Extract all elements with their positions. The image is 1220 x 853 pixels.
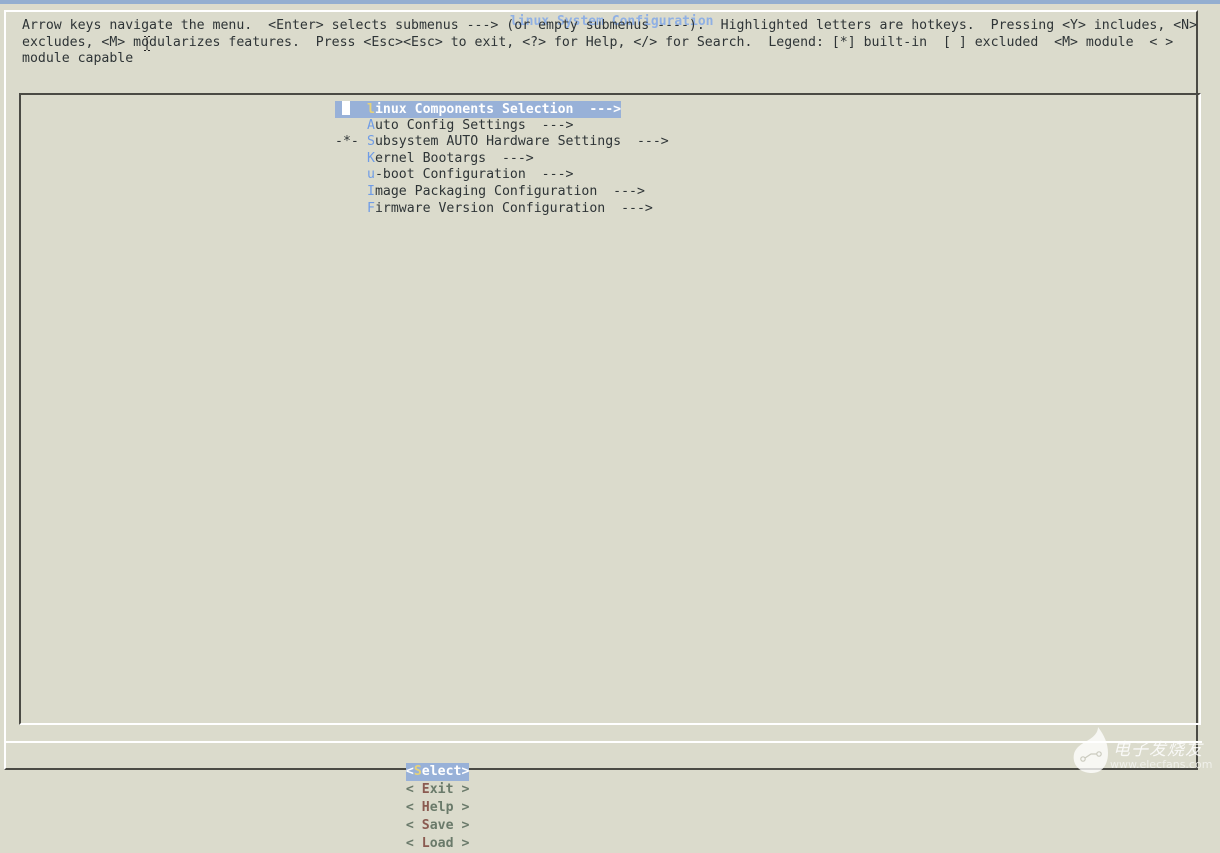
menu-item-label: ernel Bootargs ---> [374,150,534,166]
button-hotkey: S [421,818,430,833]
help-button[interactable]: < Help > [406,799,470,817]
select-button[interactable]: <Select> [405,763,470,781]
menu-item-label: ubsystem AUTO Hardware Settings ---> [374,134,669,150]
menu-item-label: inux Components Selection ---> [374,102,622,117]
button-bracket: < [405,764,414,779]
text-cursor-icon [144,36,150,51]
button-bar: <Select> < Exit > < Help > < Save > < Lo… [390,748,495,853]
button-bracket: < [405,818,422,833]
menu-list: linux Components Selection ---> Auto Con… [335,101,669,217]
menu-item-label: mage Packaging Configuration ---> [374,183,645,199]
help-line: excludes, <M> modularizes features. Pres… [22,34,1174,50]
menu-item-hotkey: u [367,167,375,183]
elecfans-logo-icon [1073,727,1108,773]
button-hotkey: S [413,764,422,779]
menu-item-subsystem-hardware[interactable]: -*- Subsystem AUTO Hardware Settings ---> [335,134,669,151]
menu-item-hotkey: I [367,183,375,199]
menu-item-label: uto Config Settings ---> [374,117,574,133]
menu-item-hotkey: K [367,150,375,166]
window-top-strip [0,0,1220,4]
menu-item-hotkey: A [367,117,375,133]
button-hotkey: E [421,782,430,797]
button-label: elp [429,800,454,815]
button-bracket: < [405,836,422,851]
button-bracket: > [461,764,470,779]
menu-item-label: irmware Version Configuration ---> [374,200,653,216]
menu-item-linux-components[interactable]: linux Components Selection ---> [335,101,622,118]
button-bracket: < [405,800,422,815]
exit-button[interactable]: < Exit > [406,781,470,799]
button-bracket: > [453,836,470,851]
menu-item-kernel-bootargs[interactable]: Kernel Bootargs ---> [335,151,669,168]
menu-item-uboot-config[interactable]: u-boot Configuration ---> [335,167,669,184]
button-bracket: > [453,800,470,815]
cursor-block-icon [342,101,350,115]
help-line: module capable [22,51,134,67]
button-label: elect [421,764,462,779]
button-label: ave [429,818,454,833]
button-hotkey: L [421,836,430,851]
button-bracket: > [453,818,470,833]
button-hotkey: H [421,800,430,815]
help-text: Arrow keys navigate the menu. <Enter> se… [22,18,1202,68]
button-bracket: > [453,782,470,797]
button-bracket: < [405,782,422,797]
button-label: oad [429,836,454,851]
menu-item-hotkey: F [367,200,375,216]
button-label: xit [429,782,454,797]
watermark-url-text: www.elecfans.com [1110,758,1213,771]
watermark: 电子发烧友 www.elecfans.com [1068,727,1218,777]
watermark-cn-text: 电子发烧友 [1113,740,1203,760]
save-button[interactable]: < Save > [406,817,470,835]
menu-item-auto-config[interactable]: Auto Config Settings ---> [335,118,669,135]
button-bar-divider [6,741,1202,743]
load-button[interactable]: < Load > [406,835,470,853]
help-line: Arrow keys navigate the menu. <Enter> se… [22,18,1198,33]
menu-item-prefix: -*- [335,134,359,150]
menu-item-image-packaging[interactable]: Image Packaging Configuration ---> [335,184,669,201]
menu-item-label: -boot Configuration ---> [374,167,574,183]
menu-item-firmware-version[interactable]: Firmware Version Configuration ---> [335,201,669,218]
menu-item-hotkey: S [367,134,375,150]
menu-item-hotkey: l [367,102,375,117]
